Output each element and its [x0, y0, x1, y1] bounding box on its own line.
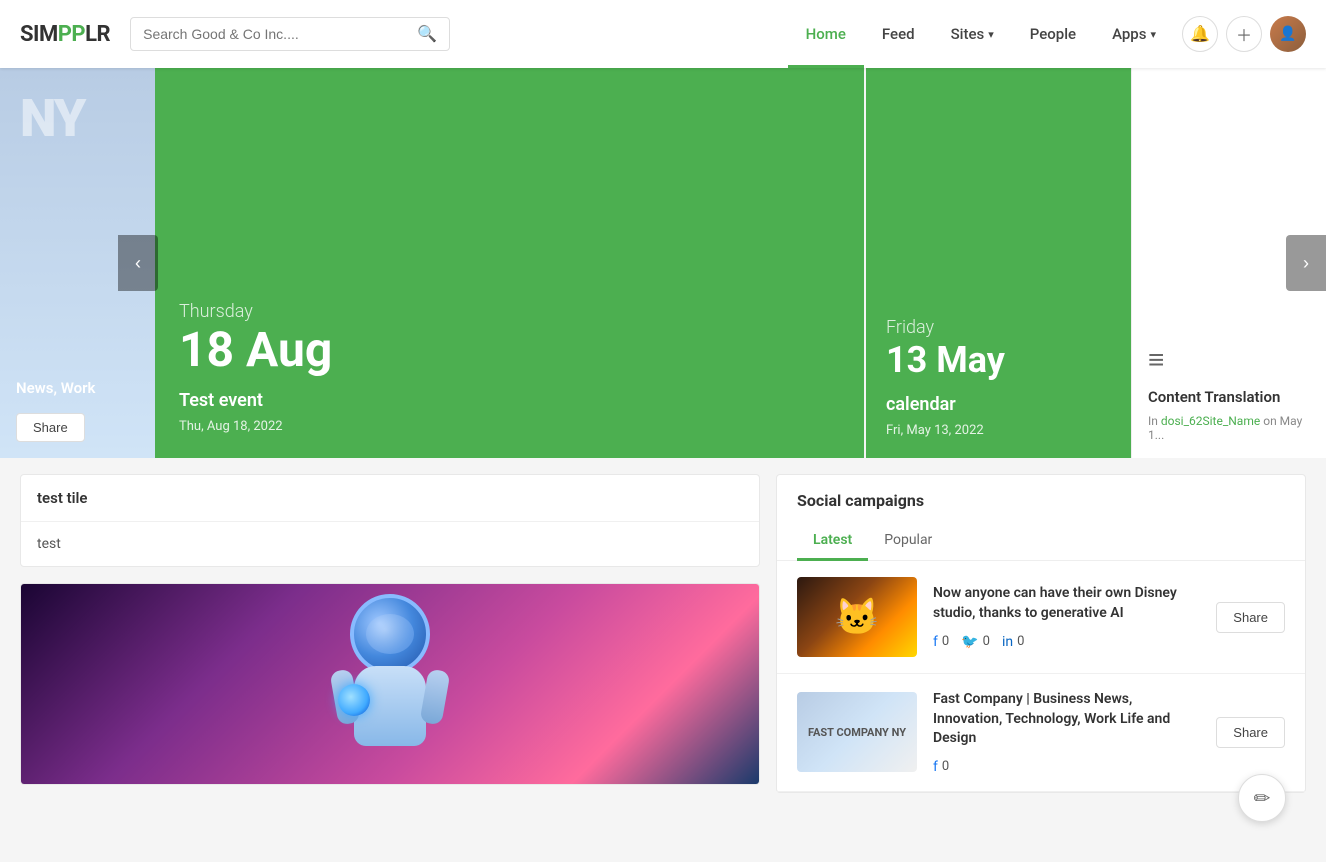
search-input[interactable] — [143, 26, 417, 42]
header: SIMPPLR 🔍 Home Feed Sites ▾ People Apps … — [0, 0, 1326, 68]
event-date-text-small: Fri, May 13, 2022 — [886, 423, 1111, 438]
carousel-card-green-small: Friday 13 May calendar Fri, May 13, 2022 — [866, 68, 1131, 458]
test-tile-title: test tile — [21, 475, 759, 522]
add-button[interactable]: ＋ — [1226, 16, 1262, 52]
nav-people[interactable]: People — [1012, 0, 1094, 68]
campaign-stats-2: f 0 — [933, 759, 1200, 775]
fab-button[interactable]: ✏ — [1238, 774, 1286, 822]
main-content: NY News, Work Share ‹ Thursday 18 Aug Te… — [0, 68, 1326, 809]
nav-home[interactable]: Home — [788, 0, 864, 68]
card-small-initials: NY — [20, 88, 84, 149]
campaign-title-1: Now anyone can have their own Disney stu… — [933, 584, 1200, 623]
nav-actions: 🔔 ＋ 👤 — [1182, 16, 1306, 52]
twitter-icon: 🐦 — [961, 634, 978, 650]
disney-thumb: 🐱 — [797, 577, 917, 657]
linkedin-icon: in — [1002, 634, 1013, 650]
campaign-info-2: Fast Company | Business News, Innovation… — [933, 690, 1200, 775]
astronaut-illustration — [320, 594, 460, 774]
campaign-thumb-1: 🐱 — [797, 577, 917, 657]
campaign-title-2: Fast Company | Business News, Innovation… — [933, 690, 1200, 749]
apps-chevron-icon: ▾ — [1150, 28, 1156, 41]
carousel-prev-button[interactable]: ‹ — [118, 235, 158, 291]
test-tile-body: test — [21, 522, 759, 566]
campaign-item-2: FAST COMPANY NY Fast Company | Business … — [777, 674, 1305, 792]
card-small-share-button[interactable]: Share — [16, 413, 85, 442]
social-campaigns-card: Social campaigns Latest Popular 🐱 Now an… — [776, 474, 1306, 793]
main-nav: Home Feed Sites ▾ People Apps ▾ — [788, 0, 1174, 68]
campaign-share-button-1[interactable]: Share — [1216, 602, 1285, 633]
event-date-large: 18 Aug — [179, 326, 840, 374]
sites-chevron-icon: ▾ — [988, 28, 994, 41]
fb-count-1: 0 — [942, 634, 949, 649]
left-column: test tile test — [20, 474, 760, 793]
carousel-card-green-large: Thursday 18 Aug Test event Thu, Aug 18, … — [155, 68, 864, 458]
card-small-title: News, Work — [16, 379, 139, 397]
carousel-next-button[interactable]: › — [1286, 235, 1326, 291]
search-button[interactable]: 🔍 — [417, 24, 437, 44]
test-tile-card: test tile test — [20, 474, 760, 567]
astro-image — [21, 584, 759, 784]
event-date-small: 13 May — [886, 342, 1111, 378]
event-day-small: Friday — [886, 317, 1111, 338]
facebook-icon-2: f — [933, 759, 938, 775]
right-column: Social campaigns Latest Popular 🐱 Now an… — [776, 474, 1306, 793]
nav-feed[interactable]: Feed — [864, 0, 933, 68]
fb-stat-1: f 0 — [933, 634, 949, 650]
campaign-info-1: Now anyone can have their own Disney stu… — [933, 584, 1200, 649]
content-translation-title: Content Translation — [1148, 388, 1310, 406]
tw-count-1: 0 — [983, 634, 990, 649]
campaign-share-button-2[interactable]: Share — [1216, 717, 1285, 748]
nav-sites[interactable]: Sites ▾ — [933, 0, 1012, 68]
fastco-thumb-text: FAST COMPANY NY — [808, 726, 906, 739]
carousel: NY News, Work Share ‹ Thursday 18 Aug Te… — [0, 68, 1326, 458]
avatar[interactable]: 👤 — [1270, 16, 1306, 52]
social-campaigns-title: Social campaigns — [777, 475, 1305, 510]
li-stat-1: in 0 — [1002, 634, 1024, 650]
notifications-button[interactable]: 🔔 — [1182, 16, 1218, 52]
campaign-stats-1: f 0 🐦 0 in 0 — [933, 634, 1200, 650]
fb-stat-2: f 0 — [933, 759, 949, 775]
campaign-item-1: 🐱 Now anyone can have their own Disney s… — [777, 561, 1305, 674]
event-name-large: Test event — [179, 390, 840, 411]
fb-count-2: 0 — [942, 759, 949, 774]
event-day-large: Thursday — [179, 301, 840, 322]
logo[interactable]: SIMPPLR — [20, 22, 110, 47]
tab-popular[interactable]: Popular — [868, 522, 948, 561]
lower-content: test tile test — [0, 458, 1326, 809]
carousel-track: NY News, Work Share ‹ Thursday 18 Aug Te… — [0, 68, 1326, 458]
content-translation-meta: In dosi_62Site_Name on May 1... — [1148, 414, 1310, 442]
fab-icon: ✏ — [1254, 786, 1271, 810]
event-name-small: calendar — [886, 394, 1111, 415]
content-translation-link[interactable]: dosi_62Site_Name — [1161, 414, 1260, 428]
astro-card — [20, 583, 760, 785]
cat-face-icon: 🐱 — [835, 596, 880, 638]
facebook-icon: f — [933, 634, 938, 650]
campaigns-tabs: Latest Popular — [777, 522, 1305, 561]
fastco-thumb: FAST COMPANY NY — [797, 692, 917, 772]
nav-apps[interactable]: Apps ▾ — [1094, 0, 1174, 68]
logo-text: SIMPPLR — [20, 22, 110, 47]
content-translation-icon: ≡ — [1148, 343, 1310, 376]
search-bar: 🔍 — [130, 17, 450, 51]
event-date-text-large: Thu, Aug 18, 2022 — [179, 419, 840, 434]
li-count-1: 0 — [1017, 634, 1024, 649]
campaign-thumb-2: FAST COMPANY NY — [797, 692, 917, 772]
tw-stat-1: 🐦 0 — [961, 634, 990, 650]
tab-latest[interactable]: Latest — [797, 522, 868, 561]
